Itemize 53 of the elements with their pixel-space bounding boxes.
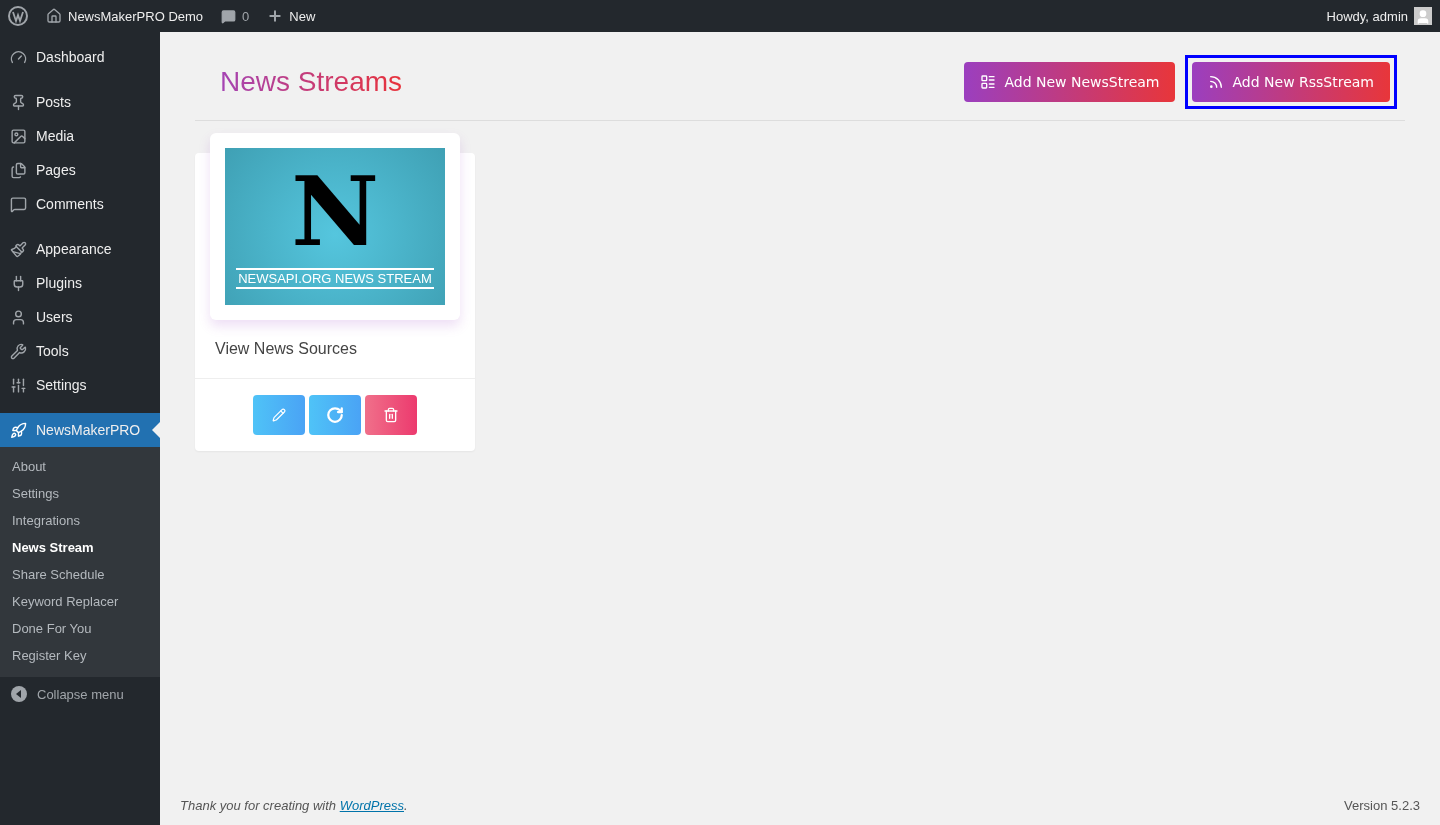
submenu-item[interactable]: Settings	[0, 480, 160, 507]
speech-bubble-icon[interactable]	[221, 8, 237, 24]
collapse-icon	[10, 685, 28, 703]
sidebar-item[interactable]: Pages	[0, 153, 160, 187]
wrench-icon	[10, 342, 27, 360]
view-sources-link[interactable]: View News Sources	[195, 320, 475, 379]
add-stream-button[interactable]: Add New NewsStream	[964, 62, 1176, 102]
pencil-icon	[272, 408, 286, 422]
submenu-item[interactable]: News Stream	[0, 534, 160, 561]
image-icon	[10, 127, 27, 145]
wordpress-logo-icon[interactable]	[8, 6, 28, 26]
sidebar-item[interactable]: Media	[0, 119, 160, 153]
avatar-icon	[1414, 7, 1432, 25]
submenu-item[interactable]: Keyword Replacer	[0, 588, 160, 615]
comments-count[interactable]: 0	[242, 8, 250, 24]
user-icon	[10, 308, 27, 326]
sidebar-item[interactable]: Settings	[0, 368, 160, 402]
rocket-icon	[10, 421, 27, 439]
sidebar-item[interactable]: Dashboard	[0, 40, 160, 74]
sidebar-item[interactable]: Plugins	[0, 266, 160, 300]
new-link[interactable]: New	[289, 8, 316, 24]
thumbnail-letter: N	[291, 164, 379, 260]
footer-thanks: Thank you for creating with WordPress.	[180, 798, 408, 813]
sidebar-item[interactable]: Tools	[0, 334, 160, 368]
delete-button[interactable]	[365, 395, 417, 435]
paintbrush-icon	[10, 240, 27, 258]
submenu-item[interactable]: About	[0, 453, 160, 480]
trash-icon	[383, 407, 399, 423]
thumbnail-caption: NEWSAPI.ORG NEWS STREAM	[236, 268, 434, 289]
pages-icon	[10, 161, 27, 179]
sidebar-item[interactable]: Comments	[0, 187, 160, 221]
pin-icon	[10, 93, 27, 111]
refresh-button[interactable]	[309, 395, 361, 435]
submenu-item[interactable]: Integrations	[0, 507, 160, 534]
submenu-item[interactable]: Done For You	[0, 615, 160, 642]
sidebar-item[interactable]: Appearance	[0, 232, 160, 266]
sidebar-item[interactable]: Users	[0, 300, 160, 334]
sliders-icon	[10, 376, 27, 394]
speech-bubble-icon	[10, 195, 27, 213]
rss-icon	[1208, 74, 1225, 90]
gauge-icon	[10, 48, 27, 66]
submenu-item[interactable]: Share Schedule	[0, 561, 160, 588]
version-text: Version 5.2.3	[1344, 798, 1420, 813]
submenu-item[interactable]: Register Key	[0, 642, 160, 669]
greeting[interactable]: Howdy, admin	[1326, 8, 1408, 24]
wordpress-link[interactable]: WordPress	[339, 798, 404, 813]
home-icon[interactable]	[46, 8, 62, 24]
sidebar-item[interactable]: Posts	[0, 85, 160, 119]
refresh-icon	[326, 406, 344, 424]
collapse-menu-button[interactable]: Collapse menu	[0, 677, 160, 711]
add-stream-button[interactable]: Add New RssStream	[1192, 62, 1390, 102]
site-name-link[interactable]: NewsMakerPRO Demo	[68, 8, 204, 24]
sidebar-item[interactable]: NewsMakerPRO	[0, 413, 160, 447]
